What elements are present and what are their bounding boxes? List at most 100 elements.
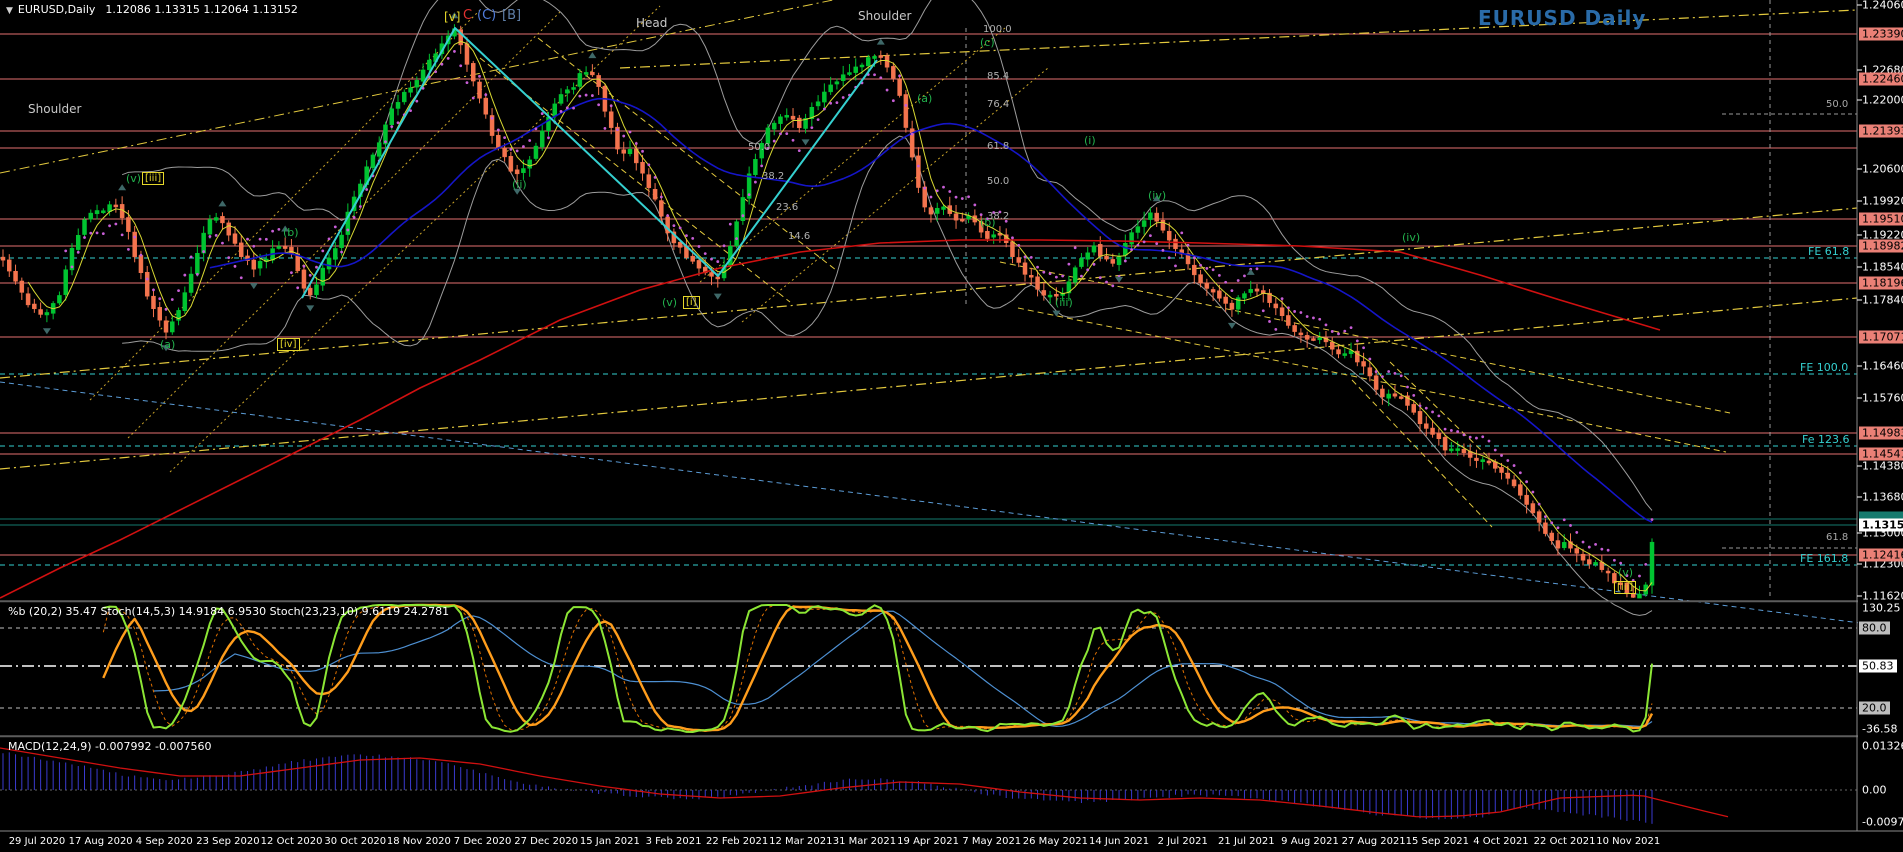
annotation-14.6: 14.6 (788, 231, 810, 242)
annotation-76.4: 76.4 (987, 99, 1009, 110)
ohlc-quote: 1.12086 1.13315 1.12064 1.13152 (105, 3, 297, 16)
date-label: 19 Apr 2021 (897, 836, 959, 847)
annotation-iii: [iii] (1614, 581, 1636, 594)
annotation-c: (c) (980, 36, 995, 49)
sr-price-badge: 1.18982 (1859, 240, 1903, 253)
price-tick: 1.15760 (1862, 392, 1903, 405)
date-label: 15 Sep 2021 (1406, 836, 1469, 847)
chart-watermark: EURUSD Daily (1478, 6, 1646, 30)
annotation-fe61.8: FE 61.8 (1808, 245, 1849, 258)
current-price-badge: 1.13152 (1859, 519, 1903, 532)
annotation-a: (a) (917, 92, 932, 105)
date-label: 22 Oct 2021 (1534, 836, 1596, 847)
annotation-85.4: 85.4 (987, 71, 1009, 82)
price-tick: 1.18540 (1862, 261, 1903, 274)
annotation-v: (v) (662, 296, 677, 309)
sr-price-badge: 1.14983 (1859, 427, 1903, 440)
date-label: 14 Jun 2021 (1089, 836, 1149, 847)
sr-price-badge: 1.23390 (1859, 28, 1903, 41)
macd-panel-header: MACD(12,24,9) -0.007992 -0.007560 (8, 740, 211, 753)
date-label: 18 Nov 2020 (387, 836, 451, 847)
date-label: 31 Mar 2021 (833, 836, 896, 847)
price-tick: 1.17840 (1862, 294, 1903, 307)
annotation-v: (v) (1618, 566, 1633, 579)
annotation-c: (C) (477, 8, 496, 23)
date-label: 4 Oct 2021 (1473, 836, 1528, 847)
symbol-name: EURUSD,Daily (18, 3, 95, 16)
annotation-iv: (iv) (1402, 231, 1420, 244)
date-label: 23 Sep 2020 (196, 836, 259, 847)
date-label: 2 Jul 2021 (1158, 836, 1208, 847)
macd-axis-label: 0.00 (1862, 784, 1887, 797)
annotation-100.0: 100.0 (983, 24, 1012, 35)
annotation-head: Head (636, 16, 667, 30)
symbol-bar: ▼ EURUSD,Daily 1.12086 1.13315 1.12064 1.1… (6, 3, 298, 16)
date-label: 12 Oct 2020 (261, 836, 323, 847)
annotation-iii: [iii] (142, 172, 164, 185)
annotation-61.8: 61.8 (1826, 532, 1848, 543)
annotation-v: (v) (126, 172, 141, 185)
sr-price-badge: 1.19510 (1859, 213, 1903, 226)
macd-axis-label: -0.009796 (1862, 816, 1903, 829)
annotation-a: (a) (160, 338, 175, 351)
annotation-shoulder: Shoulder (28, 102, 81, 116)
price-tick: 1.22000 (1862, 94, 1903, 107)
annotation-50.0: 50.0 (987, 176, 1009, 187)
annotation-shoulder: Shoulder (858, 9, 911, 23)
stochastic-panel-header: %b (20,2) 35.47 Stoch(14,5,3) 14.9184 6.… (8, 605, 449, 618)
macd-axis-label: 0.013265 (1862, 740, 1903, 753)
annotation-iv: [iv] (277, 338, 300, 351)
price-tick: 1.16460 (1862, 360, 1903, 373)
sr-price-badge: 1.18196 (1859, 277, 1903, 290)
chart-canvas[interactable] (0, 0, 1903, 852)
price-tick: 1.20600 (1862, 163, 1903, 176)
annotation-fe161.8: FE 161.8 (1800, 552, 1848, 565)
annotation-iv: (iv) (1148, 189, 1166, 202)
sr-price-badge: 1.17071 (1859, 331, 1903, 344)
annotation-b: (b) (283, 226, 299, 239)
stoch-level-badge: 80.0 (1859, 622, 1890, 635)
annotation-50.0: 50.0 (748, 142, 770, 153)
stoch-level-badge: 20.0 (1859, 702, 1890, 715)
symbol-dropdown-icon[interactable]: ▼ (6, 6, 13, 16)
price-tick: 1.24060 (1862, 0, 1903, 12)
mt4-chart-window: ▼ EURUSD,Daily 1.12086 1.13315 1.12064 1.1… (0, 0, 1903, 852)
date-label: 7 May 2021 (962, 836, 1021, 847)
date-label: 27 Aug 2021 (1342, 836, 1406, 847)
annotation-b: [B] (502, 8, 521, 23)
date-label: 9 Aug 2021 (1281, 836, 1339, 847)
stoch-axis-label: 130.25 (1862, 602, 1901, 615)
stoch-level-badge: 50.83 (1859, 660, 1897, 673)
date-label: 12 Mar 2021 (769, 836, 832, 847)
date-label: 22 Feb 2021 (706, 836, 768, 847)
date-label: 29 Jul 2020 (9, 836, 66, 847)
annotation-38.2: 38.2 (987, 211, 1009, 222)
annotation-50.0: 50.0 (1826, 99, 1848, 110)
price-tick: 1.14380 (1862, 460, 1903, 473)
date-label: 15 Jan 2021 (580, 836, 640, 847)
stoch-axis-label: -36.58 (1862, 723, 1897, 736)
annotation-v: [v] (444, 10, 460, 24)
annotation-c: C (463, 8, 472, 23)
price-tick: 1.13680 (1862, 491, 1903, 504)
date-label: 21 Jul 2021 (1218, 836, 1275, 847)
annotation-i: [i] (683, 296, 700, 309)
sr-price-badge: 1.14541 (1859, 448, 1903, 461)
annotation-iii: (iii) (1055, 296, 1073, 309)
annotation-ii: (ii) (512, 178, 527, 191)
price-tick: 1.19920 (1862, 195, 1903, 208)
annotation-i: (i) (1084, 134, 1096, 147)
annotation-61.8: 61.8 (987, 141, 1009, 152)
annotation-fe123.6: Fe 123.6 (1802, 433, 1849, 446)
date-label: 3 Feb 2021 (646, 836, 702, 847)
annotation-23.6: 23.6 (776, 202, 798, 213)
date-label: 7 Dec 2020 (454, 836, 512, 847)
date-label: 30 Oct 2020 (324, 836, 386, 847)
date-label: 17 Aug 2020 (69, 836, 133, 847)
date-label: 10 Nov 2021 (1596, 836, 1660, 847)
sr-price-badge: 1.21393 (1859, 125, 1903, 138)
date-label: 26 May 2021 (1023, 836, 1088, 847)
date-label: 27 Dec 2020 (514, 836, 578, 847)
annotation-fe100.0: FE 100.0 (1800, 361, 1848, 374)
sr-price-badge: 1.22460 (1859, 73, 1903, 86)
